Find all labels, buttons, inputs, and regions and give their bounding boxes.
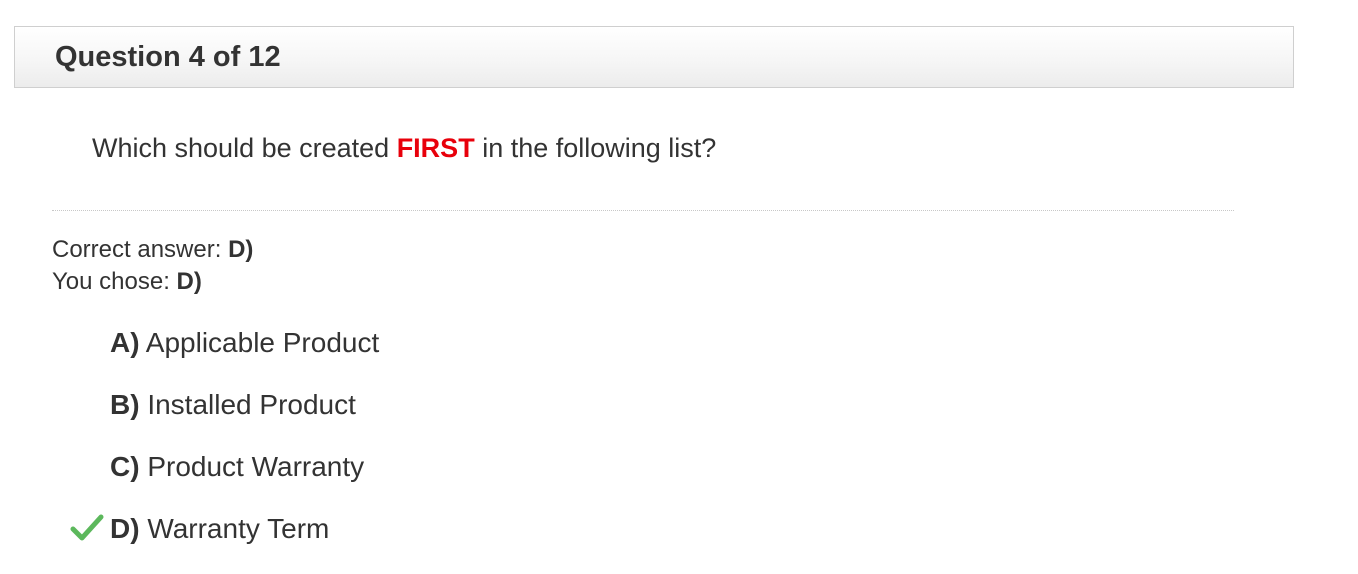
question-text-before: Which should be created: [92, 133, 397, 163]
chosen-answer-value: D): [176, 268, 202, 295]
option-label: Installed Product: [139, 389, 356, 420]
question-highlight: FIRST: [396, 133, 475, 163]
divider: [52, 210, 1234, 211]
chosen-answer-label: You chose:: [52, 268, 177, 295]
question-text-after: in the following list?: [474, 133, 717, 163]
option-label: Warranty Term: [139, 513, 330, 544]
option-d: D) Warranty Term: [110, 512, 329, 546]
option-letter: B): [110, 389, 140, 420]
question-header: Question 4 of 12: [14, 26, 1294, 88]
option-b: B) Installed Product: [110, 388, 356, 422]
correct-answer-value: D): [228, 236, 254, 263]
option-c: C) Product Warranty: [110, 450, 364, 484]
option-label: Product Warranty: [139, 451, 365, 482]
option-letter: C): [110, 451, 140, 482]
option-letter: A): [110, 327, 140, 358]
option-letter: D): [110, 513, 140, 544]
question-counter: Question 4 of 12: [55, 41, 281, 73]
checkmark-icon: [70, 514, 104, 541]
option-a: A) Applicable Product: [110, 326, 379, 360]
option-label: Applicable Product: [139, 327, 380, 358]
question-text: Which should be created FIRST in the fol…: [92, 132, 716, 164]
correct-answer: Correct answer: D): [52, 236, 253, 265]
correct-answer-label: Correct answer:: [52, 236, 229, 263]
chosen-answer: You chose: D): [52, 268, 202, 297]
